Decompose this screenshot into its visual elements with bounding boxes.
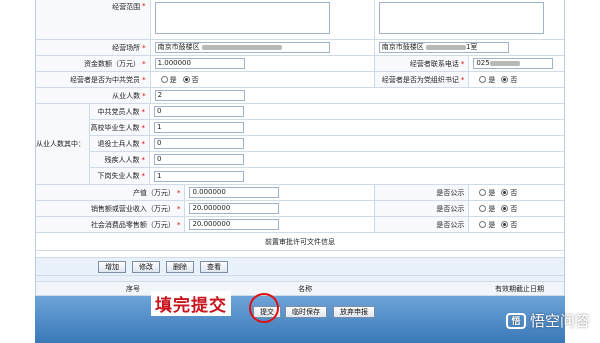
- veterans-count-input[interactable]: 0: [154, 138, 244, 149]
- sales-input[interactable]: 20.000000: [189, 203, 280, 214]
- capital-row: 资金数额（万元） * 1.000000 经营者联系电话 * 025: [36, 56, 564, 72]
- sales-public-yes-radio[interactable]: [479, 205, 487, 212]
- pre-approval-toolbar: 增加 修改 删除 查看: [36, 258, 564, 276]
- employees-row: 从业人数 * 2: [36, 88, 564, 104]
- sub-row-disabled: 残疾人人数 * 0: [90, 152, 565, 168]
- business-scope-textarea[interactable]: [154, 2, 330, 34]
- output-value-row: 产值（万元） * 0.000000 是否公示 是 否: [36, 185, 564, 201]
- sub-row-unemployed: 下岗失业人数 * 1: [90, 168, 565, 184]
- retail-public-yes-radio[interactable]: [479, 221, 487, 228]
- employees-input[interactable]: 2: [154, 90, 245, 101]
- col-name: 名称: [298, 284, 313, 293]
- output-value-input[interactable]: 0.000000: [189, 187, 280, 198]
- annotation-circle: [249, 293, 279, 323]
- retail-input[interactable]: 20.000000: [189, 219, 280, 230]
- contact-phone-input[interactable]: 025: [473, 58, 554, 69]
- retail-public-no-radio[interactable]: [501, 221, 509, 228]
- edit-button[interactable]: 修改: [132, 260, 160, 273]
- sub-row-graduates: 高校毕业生人数 * 1: [90, 120, 565, 136]
- employees-group-label: 从业人数其中：: [36, 104, 90, 184]
- party-secretary-no-radio[interactable]: [501, 76, 509, 83]
- sub-row-veterans: 退役士兵人数 * 0: [90, 136, 565, 152]
- capital-input[interactable]: 1.000000: [154, 58, 245, 69]
- sales-row: 销售额或营业收入（万元） * 20.000000 是否公示 是 否: [36, 201, 564, 217]
- business-scope-textarea-right[interactable]: [378, 2, 544, 34]
- party-member-no-radio[interactable]: [182, 76, 190, 83]
- sales-public-no-radio[interactable]: [501, 205, 509, 212]
- add-button[interactable]: 增加: [98, 260, 126, 273]
- pre-approval-table-header: 序号 名称 有效期截止日期: [36, 282, 564, 296]
- temp-save-button[interactable]: 临时保存: [285, 306, 327, 318]
- unemployed-count-input[interactable]: 1: [154, 170, 244, 182]
- party-count-input[interactable]: 0: [154, 106, 244, 117]
- employees-breakdown: 从业人数其中： 中共党员人数 * 0 高校毕业生人数 * 1 退役士兵人数 * 0 残…: [36, 104, 565, 185]
- watermark: 悟 悟空问答: [505, 310, 590, 331]
- party-secretary-yes-radio[interactable]: [479, 76, 487, 83]
- sub-row-party: 中共党员人数 * 0: [90, 104, 565, 120]
- delete-button[interactable]: 删除: [166, 260, 194, 273]
- pre-approval-title: 前置审批许可文件信息: [265, 237, 335, 246]
- output-public-yes-radio[interactable]: [479, 189, 487, 196]
- annotation-text: 填完提交: [151, 291, 231, 316]
- business-place-input-right[interactable]: 南京市鼓楼区 1室: [378, 42, 509, 53]
- business-place-input[interactable]: 南京市鼓楼区: [154, 42, 330, 53]
- watermark-text: 悟空问答: [529, 312, 590, 330]
- graduates-count-input[interactable]: 1: [154, 122, 244, 133]
- abandon-button[interactable]: 放弃申报: [333, 306, 375, 318]
- output-public-no-radio[interactable]: [501, 189, 509, 196]
- bottom-action-bar: 提交 临时保存 放弃申报: [35, 296, 565, 343]
- pre-approval-title-row: 前置审批许可文件信息: [36, 233, 564, 251]
- party-row: 经营者是否为中共党员 * 是 否 经营者是否为党组织书记 * 是 否: [36, 72, 564, 88]
- view-button[interactable]: 查看: [200, 260, 228, 273]
- retail-row: 社会消费品零售额（万元） * 20.000000 是否公示 是 否: [36, 217, 564, 233]
- business-scope-label: 经营范围 *: [36, 0, 151, 39]
- wukong-logo-icon: 悟: [505, 312, 526, 329]
- party-member-yes-radio[interactable]: [160, 76, 168, 83]
- col-expiry: 有效期截止日期: [495, 284, 544, 293]
- business-form: 经营范围 * 经营场所 * 南京市鼓楼区 南京市鼓楼区 1室 资金数额（万元） * 1…: [35, 0, 565, 308]
- business-place-row: 经营场所 * 南京市鼓楼区 南京市鼓楼区 1室: [36, 40, 564, 56]
- business-scope-row: 经营范围 *: [36, 0, 564, 40]
- disabled-count-input[interactable]: 0: [154, 154, 244, 165]
